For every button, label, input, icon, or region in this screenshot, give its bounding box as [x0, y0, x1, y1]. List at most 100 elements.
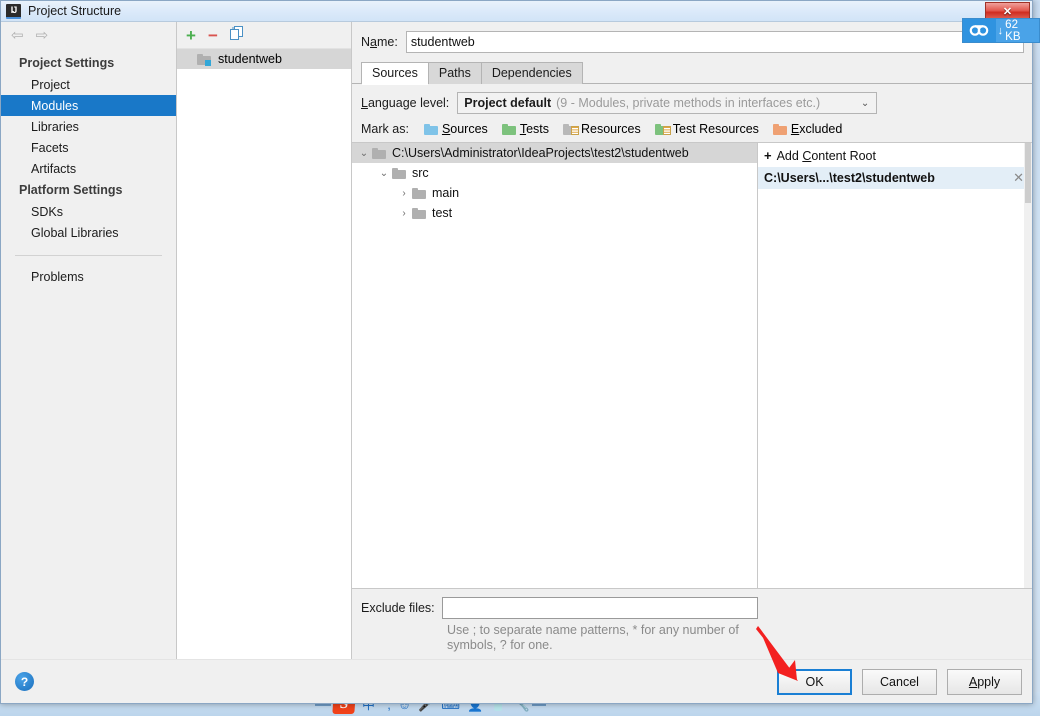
- tree-twisty-collapsed-icon[interactable]: ›: [396, 188, 412, 199]
- download-arrow-icon: ↓: [997, 24, 1004, 37]
- back-arrow-icon[interactable]: ⇦: [11, 28, 24, 43]
- content-roots-panel: + Add Content Root C:\Users\...\test2\st…: [758, 143, 1032, 588]
- tab-sources[interactable]: Sources: [361, 62, 429, 85]
- download-size-label: 62 KB: [1005, 18, 1021, 43]
- tray-divider-left: [315, 704, 331, 706]
- mark-as-excluded-label: Excluded: [790, 122, 843, 136]
- copy-module-button[interactable]: [229, 26, 244, 44]
- tree-twisty-expanded-icon[interactable]: ⌄: [356, 148, 372, 159]
- content-root-item[interactable]: C:\Users\...\test2\studentweb ✕: [758, 167, 1032, 189]
- cancel-button[interactable]: Cancel: [862, 668, 937, 695]
- sidebar-list: Project Settings Project Modules Librari…: [1, 49, 176, 659]
- tree-row-content-root[interactable]: ⌄ C:\Users\Administrator\IdeaProjects\te…: [352, 143, 757, 163]
- module-name-row: Name:: [352, 22, 1032, 62]
- download-amount: ↓ 62 KB: [995, 18, 1039, 43]
- dialog-button-bar: ? OK Cancel Apply: [1, 659, 1032, 703]
- sidebar-item-project[interactable]: Project: [1, 74, 176, 95]
- tree-row-src[interactable]: ⌄ src: [352, 163, 757, 183]
- tree-row-label: C:\Users\Administrator\IdeaProjects\test…: [392, 146, 689, 160]
- language-level-description: (9 - Modules, private methods in interfa…: [556, 96, 821, 110]
- content-tree-panel: ⌄ C:\Users\Administrator\IdeaProjects\te…: [352, 143, 758, 588]
- folder-blue-icon: [423, 123, 439, 135]
- apply-button[interactable]: Apply: [947, 668, 1022, 695]
- settings-sidebar: ⇦ ⇨ Project Settings Project Modules Lib…: [1, 22, 177, 659]
- folder-icon: [412, 187, 427, 199]
- sidebar-item-global-libraries[interactable]: Global Libraries: [1, 222, 176, 243]
- language-level-value: Project default: [464, 96, 552, 110]
- content-root-path: C:\Users\...\test2\studentweb: [764, 171, 935, 185]
- module-folder-icon: [197, 53, 212, 66]
- mark-as-tests-button[interactable]: Tests: [501, 122, 549, 136]
- mark-as-sources-button[interactable]: Sources: [423, 122, 488, 136]
- tree-row-test[interactable]: › test: [352, 203, 757, 223]
- folder-orange-icon: [772, 123, 788, 135]
- add-content-root-button[interactable]: + Add Content Root: [758, 143, 1032, 167]
- sidebar-item-artifacts[interactable]: Artifacts: [1, 158, 176, 179]
- mark-as-excluded-button[interactable]: Excluded: [772, 122, 843, 136]
- forward-arrow-icon[interactable]: ⇨: [36, 28, 49, 43]
- modules-toolbar: + −: [177, 22, 351, 49]
- tree-twisty-collapsed-icon[interactable]: ›: [396, 208, 412, 219]
- folder-icon: [392, 167, 407, 179]
- sidebar-divider: [15, 255, 162, 256]
- tree-row-label: src: [412, 166, 429, 180]
- exclude-files-row: Exclude files:: [361, 597, 1023, 619]
- language-level-label: Language level:: [361, 96, 450, 110]
- cloud-download-widget[interactable]: ↓ 62 KB: [962, 18, 1040, 43]
- module-list-item-studentweb[interactable]: studentweb: [177, 49, 351, 69]
- scrollbar-thumb[interactable]: [1025, 143, 1031, 203]
- tree-twisty-expanded-icon[interactable]: ⌄: [376, 168, 392, 179]
- add-module-button[interactable]: +: [186, 27, 196, 44]
- intellij-idea-logo-icon: IJ: [6, 3, 21, 19]
- folder-green-icon: [501, 123, 517, 135]
- tab-paths[interactable]: Paths: [427, 62, 482, 84]
- language-level-row: Language level: Project default (9 - Mod…: [352, 84, 1032, 120]
- tree-row-label: test: [432, 206, 453, 220]
- exclude-files-section: Exclude files: Use ; to separate name pa…: [352, 588, 1032, 659]
- dialog-title: Project Structure: [28, 4, 122, 18]
- dialog-action-buttons: OK Cancel Apply: [777, 668, 1022, 695]
- sidebar-group-project-settings: Project Settings: [19, 56, 115, 70]
- exclude-files-hint: Use ; to separate name patterns, * for a…: [447, 623, 739, 652]
- add-content-root-label: Add Content Root: [776, 148, 876, 163]
- sidebar-navigation-bar: ⇦ ⇨: [1, 22, 176, 49]
- sidebar-item-problems[interactable]: Problems: [1, 266, 176, 287]
- chevron-down-icon: ⌄: [860, 97, 870, 109]
- module-name-label: studentweb: [218, 52, 282, 66]
- cloud-icon: [963, 19, 996, 42]
- tab-dependencies[interactable]: Dependencies: [480, 62, 583, 84]
- module-tabs: Sources Paths Dependencies: [352, 62, 1032, 85]
- name-label: Name:: [361, 35, 398, 49]
- mark-as-test-resources-button[interactable]: Test Resources: [654, 122, 759, 136]
- ok-button[interactable]: OK: [777, 668, 852, 695]
- folder-icon: [372, 147, 387, 159]
- remove-content-root-icon[interactable]: ✕: [1013, 170, 1024, 186]
- mark-as-resources-button[interactable]: Resources: [563, 122, 641, 136]
- folder-icon: [412, 207, 427, 219]
- help-button[interactable]: ?: [15, 672, 34, 691]
- sidebar-item-modules[interactable]: Modules: [1, 95, 176, 116]
- sidebar-group-platform-settings: Platform Settings: [19, 183, 123, 197]
- mark-as-tests-label: Tests: [519, 122, 549, 136]
- mark-as-label: Mark as:: [361, 122, 409, 136]
- mark-as-test-resources-label: Test Resources: [672, 122, 759, 136]
- sidebar-item-libraries[interactable]: Libraries: [1, 116, 176, 137]
- sources-splitter: ⌄ C:\Users\Administrator\IdeaProjects\te…: [352, 142, 1032, 588]
- module-name-input[interactable]: [405, 31, 1024, 53]
- modules-list-panel: + − studentweb: [177, 22, 352, 659]
- exclude-files-label: Exclude files:: [361, 601, 435, 615]
- tray-divider-right: [531, 704, 546, 706]
- sidebar-item-sdks[interactable]: SDKs: [1, 201, 176, 222]
- exclude-files-input[interactable]: [441, 597, 758, 619]
- tree-row-label: main: [432, 186, 460, 200]
- plus-icon: +: [764, 148, 772, 163]
- sidebar-item-facets[interactable]: Facets: [1, 137, 176, 158]
- dialog-title-bar: IJ Project Structure ✕: [1, 1, 1032, 22]
- content-roots-scrollbar[interactable]: [1024, 143, 1032, 588]
- language-level-select[interactable]: Project default (9 - Modules, private me…: [457, 92, 878, 114]
- tree-row-main[interactable]: › main: [352, 183, 757, 203]
- module-editor-pane: Name: Sources Paths Dependencies Languag…: [352, 22, 1032, 659]
- remove-module-button[interactable]: −: [208, 27, 218, 44]
- project-structure-dialog: IJ Project Structure ✕ ⇦ ⇨ Project Setti…: [0, 0, 1033, 704]
- mark-as-resources-label: Resources: [581, 122, 641, 136]
